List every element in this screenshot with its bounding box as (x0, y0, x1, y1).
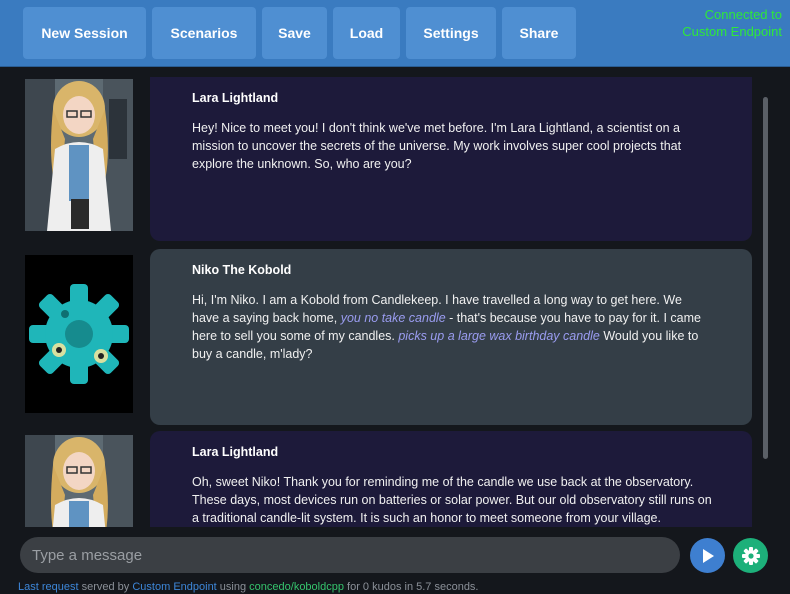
input-area (0, 527, 790, 579)
footer-text: using (216, 581, 250, 593)
settings-button[interactable]: Settings (406, 7, 496, 59)
lara-avatar (25, 79, 133, 231)
message-text: Hey! Nice to meet you! I don't think we'… (192, 121, 682, 171)
play-arrow-icon (702, 548, 714, 563)
message-text: Hi, I'm Niko. I am a Kobold from Candlek… (192, 291, 712, 363)
scenarios-button[interactable]: Scenarios (152, 7, 256, 59)
model-name: concedo/koboldcpp (249, 581, 344, 593)
last-request-link[interactable]: Last request (18, 581, 79, 593)
gear-icon (741, 546, 760, 565)
status-footer: Last request served by Custom Endpoint u… (18, 581, 479, 593)
message-bubble: Niko The Kobold Hi, I'm Niko. I am a Kob… (150, 249, 752, 425)
save-button[interactable]: Save (262, 7, 327, 59)
message-author: Lara Lightland (192, 445, 279, 459)
load-button[interactable]: Load (333, 7, 400, 59)
share-button[interactable]: Share (502, 7, 576, 59)
message-action-text: you no take candle (340, 311, 446, 325)
niko-avatar (25, 255, 133, 413)
message-input[interactable] (20, 537, 680, 573)
message-text: Oh, sweet Niko! Thank you for reminding … (192, 475, 712, 525)
message-author: Niko The Kobold (192, 263, 292, 277)
custom-endpoint-link[interactable]: Custom Endpoint (132, 581, 216, 593)
message-bubble: Lara Lightland Hey! Nice to meet you! I … (150, 77, 752, 241)
top-toolbar: New Session Scenarios Save Load Settings… (0, 0, 790, 67)
message-action-text: picks up a large wax birthday candle (398, 329, 600, 343)
footer-text: for 0 kudos in 5.7 seconds. (343, 581, 479, 593)
chat-scrollbar[interactable] (763, 97, 768, 459)
settings-gear-button[interactable] (733, 538, 768, 573)
connection-status: Connected to Custom Endpoint (682, 7, 782, 39)
message-author: Lara Lightland (192, 91, 279, 105)
send-button[interactable] (690, 538, 725, 573)
footer-text: served by (78, 581, 133, 593)
lara-avatar (25, 435, 133, 527)
message-bubble: Lara Lightland Oh, sweet Niko! Thank you… (150, 431, 752, 527)
new-session-button[interactable]: New Session (23, 7, 146, 59)
chat-log[interactable]: Lara Lightland Hey! Nice to meet you! I … (0, 67, 790, 527)
